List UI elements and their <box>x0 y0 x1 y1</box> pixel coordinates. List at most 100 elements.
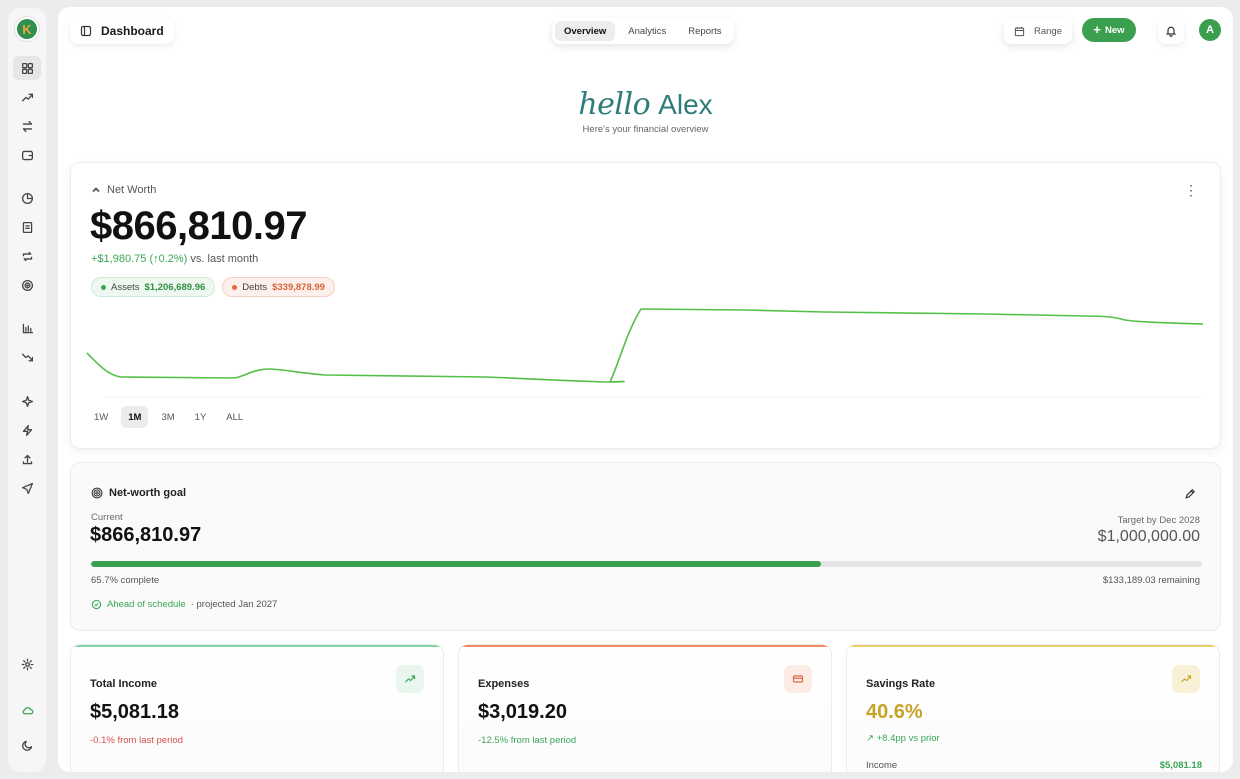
debts-dot-icon <box>232 284 238 290</box>
settings-icon[interactable] <box>13 652 41 676</box>
upload-icon[interactable] <box>13 447 41 471</box>
income-accent-line <box>71 645 443 647</box>
goal-status: Ahead of schedule · projected Jan 2027 <box>91 599 277 610</box>
assets-dot-icon <box>101 284 106 290</box>
period-1m[interactable]: 1M <box>121 406 149 428</box>
notifications-button[interactable] <box>1158 18 1184 44</box>
period-1y[interactable]: 1Y <box>188 406 214 428</box>
net-worth-change-suffix: vs. last month <box>190 253 259 265</box>
income-title: Total Income <box>90 678 158 690</box>
goal-target-label: Target by Dec 2028 <box>1117 515 1200 526</box>
target-icon[interactable] <box>13 273 41 297</box>
edit-goal-button[interactable] <box>1184 487 1196 505</box>
savings-trend-icon <box>1172 665 1200 693</box>
savings-rate-card[interactable]: Savings Rate 40.6% ↗ +8.4pp vs prior Inc… <box>846 644 1220 772</box>
net-worth-header[interactable]: Net Worth <box>91 184 156 196</box>
plus-icon: + <box>1093 22 1102 37</box>
trending-up-icon[interactable] <box>13 85 41 109</box>
expenses-value: $3,019.20 <box>478 701 567 723</box>
goal-current-value: $866,810.97 <box>90 524 202 546</box>
credit-card-icon <box>784 665 812 693</box>
debts-label: Debts <box>242 281 268 293</box>
period-all[interactable]: ALL <box>219 406 250 428</box>
plane-icon[interactable] <box>13 476 41 500</box>
total-income-card[interactable]: Total Income $5,081.18 -0.1% from last p… <box>70 644 444 772</box>
small-trend-up-icon: ↗ <box>866 733 874 744</box>
savings-value: 40.6% <box>866 701 923 723</box>
tab-analytics[interactable]: Analytics <box>619 21 675 41</box>
goal-progress-bar <box>91 561 1202 567</box>
dashboard-title-pill[interactable]: Dashboard <box>70 18 174 44</box>
savings-income-row: Income $5,081.18 <box>866 760 1202 771</box>
app-logo[interactable]: K <box>14 16 40 42</box>
target-icon <box>91 487 103 499</box>
expenses-delta: -12.5% from last period <box>478 735 577 746</box>
savings-income-label: Income <box>866 760 898 771</box>
cloud-icon[interactable] <box>13 698 41 722</box>
transfer-icon[interactable] <box>13 114 41 138</box>
assets-chip[interactable]: Assets $1,206,689.96 <box>91 277 216 297</box>
income-value: $5,081.18 <box>90 701 179 723</box>
greeting-name: Alex <box>658 89 713 120</box>
net-worth-value: $866,810.97 <box>90 204 307 248</box>
wallet-icon[interactable] <box>13 143 41 167</box>
period-3m[interactable]: 3M <box>154 406 181 428</box>
net-worth-change-pct: (↑0.2%) <box>149 253 188 265</box>
assets-value: $1,206,689.96 <box>144 281 206 293</box>
greeting: hello Alex Here's your financial overvie… <box>58 87 1233 135</box>
debts-chip[interactable]: Debts $339,878.99 <box>222 277 335 297</box>
savings-delta: ↗ +8.4pp vs prior <box>866 733 940 744</box>
savings-accent-line <box>847 645 1219 647</box>
net-worth-sparkline <box>86 308 1204 398</box>
goal-title-text: Net-worth goal <box>109 487 186 499</box>
trending-down-icon[interactable] <box>13 345 41 369</box>
chevron-up-icon[interactable] <box>91 185 101 195</box>
check-circle-icon <box>91 599 102 610</box>
tab-overview[interactable]: Overview <box>555 21 616 41</box>
lightning-icon[interactable] <box>13 418 41 442</box>
avatar[interactable]: A <box>1199 19 1221 41</box>
expenses-accent-line <box>459 645 831 647</box>
income-delta: -0.1% from last period <box>90 735 183 746</box>
debts-value: $339,878.99 <box>272 281 325 293</box>
goal-progress-fill <box>91 561 821 567</box>
goal-projection: · projected Jan 2027 <box>190 599 278 610</box>
sidebar: K <box>8 8 46 772</box>
sidebar-toggle-icon[interactable] <box>80 25 92 37</box>
goal-title: Net-worth goal <box>91 487 186 499</box>
balance-chips: Assets $1,206,689.96 Debts $339,878.99 <box>91 277 335 297</box>
goal-target-value: $1,000,000.00 <box>1097 528 1200 545</box>
net-worth-card: Net Worth ⋮ $866,810.97 +$1,980.75 (↑0.2… <box>70 162 1221 449</box>
net-worth-goal-card: Net-worth goal Current $866,810.97 Targe… <box>70 462 1221 631</box>
view-tabs: Overview Analytics Reports <box>552 18 734 44</box>
pie-chart-icon[interactable] <box>13 186 41 210</box>
page-title: Dashboard <box>101 24 164 38</box>
bar-chart-icon[interactable] <box>13 316 41 340</box>
goal-remaining-text: $133,189.03 remaining <box>1102 575 1200 586</box>
goal-complete-text: 65.7% complete <box>91 575 160 586</box>
bell-icon <box>1165 26 1177 37</box>
savings-title: Savings Rate <box>866 678 936 690</box>
pencil-icon <box>1185 489 1195 499</box>
logo-mark-icon: K <box>17 19 37 39</box>
new-button-label: New <box>1105 24 1125 36</box>
tab-reports[interactable]: Reports <box>679 21 730 41</box>
sparkles-icon[interactable] <box>13 389 41 413</box>
greeting-subtitle: Here's your financial overview <box>582 124 709 135</box>
net-worth-change-amount: +$1,980.75 <box>91 253 147 265</box>
receipt-icon[interactable] <box>13 215 41 239</box>
range-button[interactable]: Range <box>1004 18 1072 44</box>
assets-label: Assets <box>111 281 140 293</box>
expenses-card[interactable]: Expenses $3,019.20 -12.5% from last peri… <box>458 644 832 772</box>
period-1w[interactable]: 1W <box>87 406 115 428</box>
savings-income-value: $5,081.18 <box>1159 760 1202 771</box>
moon-icon[interactable] <box>13 733 41 757</box>
main-panel: Dashboard Overview Analytics Reports Ran… <box>58 7 1233 772</box>
more-options-icon[interactable]: ⋮ <box>1184 183 1198 197</box>
expenses-title: Expenses <box>478 678 530 690</box>
net-worth-change: +$1,980.75 (↑0.2%) vs. last month <box>91 253 258 265</box>
repeat-icon[interactable] <box>13 244 41 268</box>
new-button[interactable]: + New <box>1082 18 1136 42</box>
period-selector: 1W 1M 3M 1Y ALL <box>87 406 250 428</box>
dashboard-icon[interactable] <box>13 56 41 80</box>
